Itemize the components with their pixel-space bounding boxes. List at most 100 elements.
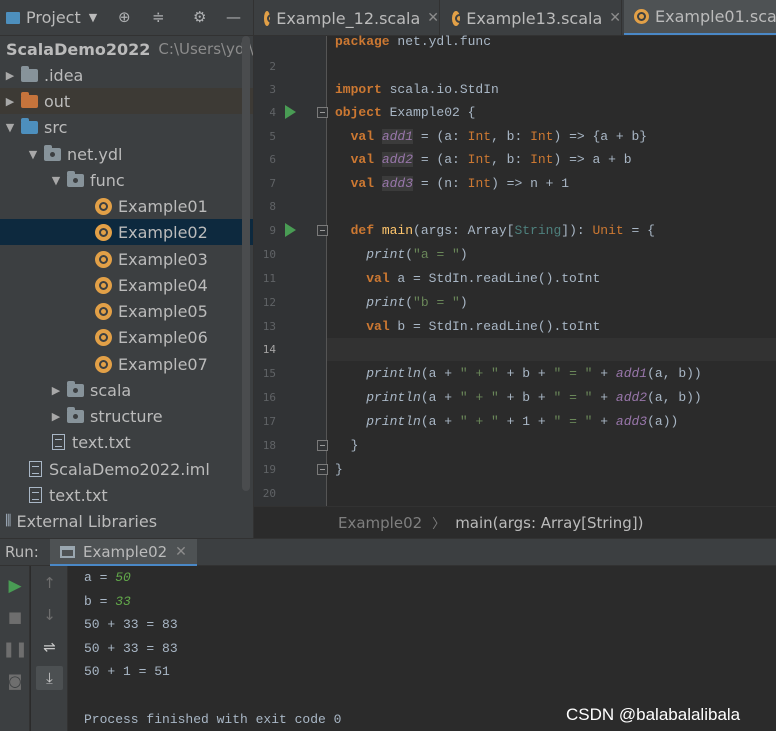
- string-literal: " = ": [553, 366, 593, 381]
- code-line: 19 }: [263, 458, 776, 481]
- code-line: 3 import scala.io.StdIn: [269, 78, 776, 101]
- tree-item-scala[interactable]: ▶ scala: [0, 377, 253, 403]
- tree-item-text-txt-root[interactable]: text.txt: [0, 482, 253, 508]
- tree-item-external-libraries[interactable]: ⫼ External Libraries: [0, 508, 253, 534]
- tree-item-example06[interactable]: Example06: [0, 324, 253, 350]
- chevron-down-icon[interactable]: ▼: [26, 148, 40, 161]
- fold-marker-icon[interactable]: [317, 225, 328, 236]
- code-text: +: [592, 390, 616, 405]
- field-name: add1: [381, 129, 414, 144]
- code-text: + b +: [498, 366, 554, 381]
- keyword: package: [335, 34, 390, 49]
- run-toolbar-secondary: ↑ ↓ ⇌ ⤓: [31, 566, 68, 731]
- arrow-up-icon[interactable]: ↑: [31, 574, 68, 592]
- module-path-hint: C:\Users\ydl\: [158, 40, 253, 58]
- code-text: ) => n + 1: [491, 176, 570, 191]
- line-number: 15: [262, 367, 276, 380]
- tree-item-example01[interactable]: Example01: [0, 193, 253, 219]
- tree-item-idea[interactable]: ▶ .idea: [0, 62, 253, 88]
- field-reference: add1: [615, 366, 648, 381]
- camera-icon[interactable]: ◙: [0, 672, 30, 690]
- scala-object-icon: [95, 355, 112, 373]
- libraries-icon: ⫼: [5, 513, 12, 529]
- chevron-right-icon[interactable]: ▶: [3, 69, 17, 82]
- rerun-icon[interactable]: ▶: [0, 576, 30, 596]
- run-tab-label: Example02: [83, 542, 168, 561]
- code-text: (a, b)): [647, 390, 702, 405]
- breadcrumb-item-method[interactable]: main(args: Array[String]): [455, 514, 643, 532]
- run-config-icon: [60, 545, 75, 558]
- code-line: 12 print("b = "): [263, 291, 776, 314]
- tree-item-module[interactable]: ScalaDemo2022 C:\Users\ydl\: [0, 36, 253, 62]
- close-icon[interactable]: ✕: [175, 544, 187, 560]
- code-text: + b +: [498, 390, 554, 405]
- scala-object-icon: [95, 250, 112, 268]
- fold-marker-icon[interactable]: [317, 440, 328, 451]
- chevron-down-icon[interactable]: ▼: [49, 174, 63, 187]
- line-number: 20: [262, 487, 276, 500]
- iml-file-icon: [29, 461, 42, 477]
- line-number: 4: [269, 106, 276, 119]
- scala-object-icon: [95, 276, 112, 294]
- project-view-selector[interactable]: Project ▼: [6, 8, 97, 27]
- minimize-icon[interactable]: —: [226, 8, 241, 26]
- tree-item-example02[interactable]: Example02: [0, 219, 253, 245]
- gear-icon[interactable]: ⚙: [193, 8, 206, 26]
- stop-icon[interactable]: ■: [0, 608, 30, 626]
- tree-item-example05[interactable]: Example05: [0, 298, 253, 324]
- tree-item-example03[interactable]: Example03: [0, 246, 253, 272]
- console-exit-line: Process finished with exit code 0: [84, 712, 342, 727]
- project-scrollbar[interactable]: [242, 36, 250, 491]
- tree-item-net-ydl[interactable]: ▼ net.ydl: [0, 141, 253, 167]
- tree-item-src[interactable]: ▼ src: [0, 114, 253, 140]
- code-text: (a)): [647, 414, 679, 429]
- code-line: 10 print("a = "): [263, 243, 776, 266]
- project-view-icon: [6, 11, 20, 24]
- chevron-right-icon[interactable]: ▶: [3, 95, 17, 108]
- tree-item-structure[interactable]: ▶ structure: [0, 403, 253, 429]
- tree-item-func[interactable]: ▼ func: [0, 167, 253, 193]
- code-text: = (n:: [413, 176, 468, 191]
- code-text: ) => {a + b}: [553, 129, 648, 144]
- code-text: ]):: [561, 223, 593, 238]
- tree-item-iml[interactable]: ScalaDemo2022.iml: [0, 456, 253, 482]
- tree-item-out[interactable]: ▶ out: [0, 88, 253, 114]
- soft-wrap-icon[interactable]: ⇌: [31, 638, 68, 656]
- closing-brace: }: [335, 462, 343, 477]
- line-number: 12: [262, 296, 276, 309]
- chevron-right-icon[interactable]: ▶: [49, 384, 63, 397]
- type-name: Int: [530, 152, 554, 167]
- chevron-right-icon[interactable]: ▶: [49, 410, 63, 423]
- tree-item-example07[interactable]: Example07: [0, 351, 253, 377]
- run-tab-example02[interactable]: Example02 ✕: [50, 539, 197, 566]
- run-gutter-icon[interactable]: [285, 105, 296, 119]
- line-number: 19: [262, 463, 276, 476]
- fold-marker-icon[interactable]: [317, 464, 328, 475]
- field-reference: add3: [615, 414, 648, 429]
- excluded-folder-icon: [21, 91, 38, 108]
- tree-item-label: Example02: [118, 222, 208, 242]
- keyword: import: [335, 82, 382, 97]
- locate-icon[interactable]: ⊕: [118, 8, 131, 26]
- collapse-all-icon[interactable]: ≑: [152, 8, 165, 26]
- arrow-down-icon[interactable]: ↓: [31, 606, 68, 624]
- run-gutter-icon[interactable]: [285, 223, 296, 237]
- scroll-to-end-icon[interactable]: ⤓: [36, 666, 63, 690]
- type-name: Int: [467, 152, 492, 167]
- function-call: println: [366, 414, 421, 429]
- code-text: +: [592, 414, 616, 429]
- close-icon[interactable]: ✕: [609, 10, 621, 26]
- code-area[interactable]: package net.ydl.func 2 3 import scala.io…: [263, 34, 776, 506]
- close-icon[interactable]: ✕: [427, 10, 439, 26]
- chevron-down-icon[interactable]: ▼: [3, 121, 17, 134]
- breadcrumb-item-file[interactable]: Example02: [338, 514, 422, 532]
- code-text: ): [459, 295, 468, 310]
- string-literal: " = ": [553, 390, 593, 405]
- fold-marker-icon[interactable]: [317, 107, 328, 118]
- object-name: Example02: [381, 105, 460, 120]
- pause-icon[interactable]: ❚❚: [0, 640, 30, 658]
- function-call: println: [366, 390, 421, 405]
- tree-item-example04[interactable]: Example04: [0, 272, 253, 298]
- tree-item-text-txt-src[interactable]: text.txt: [0, 429, 253, 455]
- code-line: 13 val b = StdIn.readLine().toInt: [263, 315, 776, 338]
